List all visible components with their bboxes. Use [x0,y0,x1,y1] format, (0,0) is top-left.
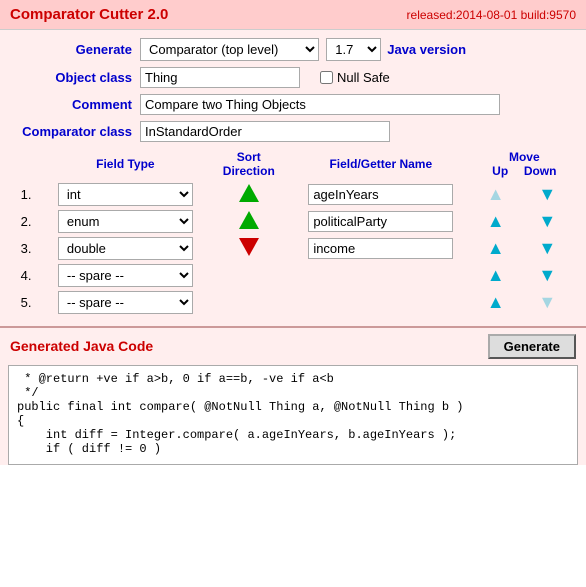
move-up-button[interactable]: ▲ [487,293,505,311]
row-num: 2. [10,208,42,235]
col-header-fieldtype: Field Type [42,148,208,181]
table-row: 5. intlongdoublefloatStringenumbooleanCom… [10,289,576,316]
generate-select[interactable]: Comparator (top level) Comparator (inner… [140,38,319,61]
row-num: 5. [10,289,42,316]
comparator-class-label: Comparator class [10,124,140,139]
comment-row: Comment Compare two Thing Objects [10,94,576,115]
field-name-cell [289,208,473,235]
row-num: 1. [10,181,42,208]
move-down-button[interactable]: ▼ [538,212,556,230]
table-row: 1. intlongdoublefloatStringenumbooleanCom… [10,181,576,208]
move-down-button[interactable]: ▼ [538,185,556,203]
object-class-input[interactable]: Thing [140,67,300,88]
field-name-cell [289,262,473,289]
move-up-cell: ▲ [473,235,519,262]
form-area: Generate Comparator (top level) Comparat… [0,30,586,326]
field-type-select[interactable]: intlongdoublefloatStringenumbooleanCompa… [58,291,193,314]
move-down-button: ▼ [538,293,556,311]
field-name-cell [289,235,473,262]
sort-desc-icon[interactable] [239,238,259,256]
col-header-num [10,148,42,181]
field-type-cell: intlongdoublefloatStringenumbooleanCompa… [42,181,208,208]
field-name-input[interactable] [308,184,453,205]
field-type-cell: intlongdoublefloatStringenumbooleanCompa… [42,289,208,316]
table-row: 2. intlongdoublefloatStringenumbooleanCom… [10,208,576,235]
app-header: Comparator Cutter 2.0 released:2014-08-0… [0,0,586,30]
comment-label: Comment [10,97,140,112]
sort-direction-cell[interactable] [209,181,289,208]
generate-button[interactable]: Generate [488,334,576,359]
field-name-cell [289,289,473,316]
sort-direction-cell[interactable] [209,262,289,289]
code-section: Generated Java Code Generate * @return +… [0,326,586,465]
field-type-select[interactable]: intlongdoublefloatStringenumbooleanCompa… [58,264,193,287]
sort-asc-icon[interactable] [239,184,259,202]
move-up-button[interactable]: ▲ [487,212,505,230]
comment-input[interactable]: Compare two Thing Objects [140,94,500,115]
table-row: 4. intlongdoublefloatStringenumbooleanCom… [10,262,576,289]
field-type-select[interactable]: intlongdoublefloatStringenumbooleanCompa… [58,210,193,233]
release-info: released:2014-08-01 build:9570 [407,8,576,22]
row-num: 3. [10,235,42,262]
move-up-button[interactable]: ▲ [487,239,505,257]
field-type-cell: intlongdoublefloatStringenumbooleanCompa… [42,262,208,289]
object-class-label: Object class [10,70,140,85]
code-box[interactable]: * @return +ve if a>b, 0 if a==b, -ve if … [8,365,578,465]
null-safe-group: Null Safe [320,70,390,85]
java-version-select[interactable]: 1.7 1.6 1.5 [326,38,381,61]
code-section-title: Generated Java Code [10,338,153,354]
table-row: 3. intlongdoublefloatStringenumbooleanCom… [10,235,576,262]
code-header: Generated Java Code Generate [0,328,586,365]
col-header-move: Move Up Down [473,148,576,181]
move-down-cell: ▼ [519,262,576,289]
move-down-cell: ▼ [519,235,576,262]
field-name-input[interactable] [308,238,453,259]
generate-label: Generate [10,42,140,57]
null-safe-checkbox[interactable] [320,71,333,84]
comparator-class-input[interactable]: InStandardOrder [140,121,390,142]
field-type-cell: intlongdoublefloatStringenumbooleanCompa… [42,235,208,262]
move-down-button[interactable]: ▼ [538,239,556,257]
field-name-cell [289,181,473,208]
field-type-select[interactable]: intlongdoublefloatStringenumbooleanCompa… [58,237,193,260]
sort-direction-cell[interactable] [209,235,289,262]
sort-direction-cell[interactable] [209,289,289,316]
move-down-cell: ▼ [519,181,576,208]
field-type-select[interactable]: intlongdoublefloatStringenumbooleanCompa… [58,183,193,206]
object-class-row: Object class Thing Null Safe [10,67,576,88]
move-up-cell: ▲ [473,208,519,235]
app-title: Comparator Cutter 2.0 [10,6,168,23]
comparator-class-row: Comparator class InStandardOrder [10,121,576,142]
move-up-cell: ▲ [473,262,519,289]
java-version-label: Java version [387,42,466,57]
generate-row: Generate Comparator (top level) Comparat… [10,38,576,61]
null-safe-label: Null Safe [337,70,390,85]
move-up-button: ▲ [487,185,505,203]
field-name-input[interactable] [308,211,453,232]
row-num: 4. [10,262,42,289]
col-header-name: Field/Getter Name [289,148,473,181]
move-up-cell: ▲ [473,289,519,316]
move-down-button[interactable]: ▼ [538,266,556,284]
move-down-cell: ▼ [519,289,576,316]
field-type-cell: intlongdoublefloatStringenumbooleanCompa… [42,208,208,235]
field-table: Field Type Sort Direction Field/Getter N… [10,148,576,316]
col-header-sort: Sort Direction [209,148,289,181]
sort-asc-icon[interactable] [239,211,259,229]
sort-direction-cell[interactable] [209,208,289,235]
move-up-cell: ▲ [473,181,519,208]
move-down-cell: ▼ [519,208,576,235]
move-up-button[interactable]: ▲ [487,266,505,284]
